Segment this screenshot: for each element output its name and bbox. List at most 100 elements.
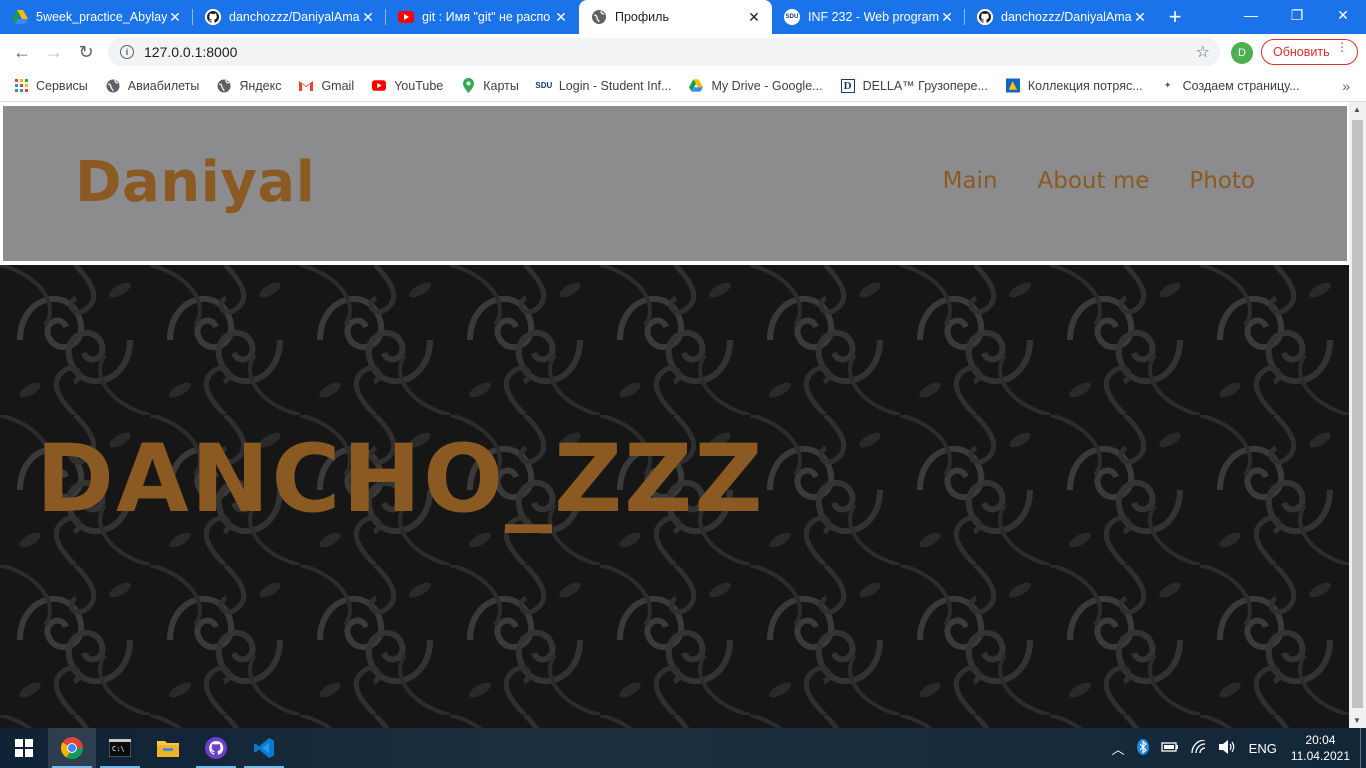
scroll-up-arrow-icon[interactable]: ▲: [1353, 105, 1361, 114]
bookmark-label: Gmail: [321, 78, 355, 93]
volume-icon[interactable]: [1218, 739, 1237, 757]
globe-icon: [217, 79, 231, 93]
svg-text:C:\: C:\: [112, 745, 125, 753]
bookmark-label: Сервисы: [36, 78, 88, 93]
sdu-icon: SDU: [535, 81, 553, 90]
wix-icon: ✦: [1163, 80, 1172, 90]
tab-profile-active[interactable]: Профиль ✕: [579, 0, 772, 34]
site-nav: Main About me Photo: [943, 168, 1255, 194]
vscode-icon[interactable]: [240, 728, 288, 768]
bookmark-label: Карты: [483, 78, 519, 93]
forward-arrow-icon[interactable]: →: [38, 36, 70, 68]
bookmark-services[interactable]: Сервисы: [14, 79, 88, 93]
bookmark-label: YouTube: [394, 78, 444, 93]
tab-title: Профиль: [615, 10, 669, 24]
scrollbar-thumb[interactable]: [1352, 120, 1363, 708]
tab-title: INF 232 - Web program: [808, 10, 939, 24]
url-text: 127.0.0.1:8000: [144, 44, 238, 60]
google-drive-icon: [689, 79, 704, 93]
bluetooth-icon[interactable]: [1136, 738, 1149, 758]
tab-inf232[interactable]: SDU INF 232 - Web program ✕: [772, 0, 965, 34]
bookmark-label: DELLA™ Грузопере...: [862, 78, 988, 93]
bookmark-label: Login - Student Inf...: [558, 78, 672, 93]
globe-icon: [591, 9, 607, 25]
collection-icon: [1005, 78, 1020, 93]
hero-title: DANCHO_ZZZ: [36, 425, 765, 534]
address-bar[interactable]: i 127.0.0.1:8000 ☆: [108, 38, 1220, 66]
minimize-icon[interactable]: —: [1228, 0, 1274, 30]
scroll-down-arrow-icon[interactable]: ▼: [1353, 716, 1361, 725]
bookmark-student-info[interactable]: SDU Login - Student Inf...: [535, 78, 672, 93]
bookmark-maps[interactable]: Карты: [461, 78, 519, 93]
bookmark-label: Авиабилеты: [127, 78, 200, 93]
clock-date: 11.04.2021: [1290, 749, 1350, 763]
back-arrow-icon[interactable]: ←: [6, 36, 38, 68]
nav-link-photo[interactable]: Photo: [1189, 168, 1255, 194]
close-icon[interactable]: ✕: [167, 9, 183, 26]
bookmark-della[interactable]: D DELLA™ Грузопере...: [840, 78, 988, 93]
tab-youtube-git[interactable]: git : Имя "git" не распо ✕: [386, 0, 579, 34]
google-drive-icon: [12, 9, 28, 25]
site-logo[interactable]: Daniyal: [75, 150, 315, 215]
clock[interactable]: 20:04 11.04.2021: [1291, 732, 1350, 764]
github-desktop-icon[interactable]: [192, 728, 240, 768]
tab-github-daniyal-1[interactable]: danchozzz/DaniyalAman ✕: [193, 0, 386, 34]
globe-icon: [106, 79, 120, 93]
chevron-up-hidden-icons[interactable]: ︿: [1112, 739, 1125, 758]
windows-taskbar: C:\ ︿ ENG 20:04 11.04.2021: [0, 728, 1366, 768]
bookmark-label: Коллекция потряс...: [1027, 78, 1143, 93]
maps-pin-icon: [461, 78, 475, 93]
profile-avatar[interactable]: D: [1231, 42, 1253, 64]
wifi-icon[interactable]: [1191, 738, 1207, 757]
bookmarks-bar: Сервисы Авиабилеты Яндекс Gmail YouTube …: [0, 70, 1366, 102]
hero-section: DANCHO_ZZZ: [0, 265, 1349, 728]
battery-icon[interactable]: [1161, 741, 1179, 756]
bookmark-star-icon[interactable]: ☆: [1196, 42, 1210, 62]
browser-tab-strip: 5week_practice_AbylayKu ✕ danchozzz/Dani…: [0, 0, 1366, 34]
della-icon: D: [840, 78, 855, 93]
gmail-icon: [299, 79, 314, 93]
window-close-icon[interactable]: ✕: [1320, 0, 1366, 30]
youtube-icon: [372, 79, 387, 93]
sdu-icon: SDU: [784, 9, 800, 25]
bookmark-youtube[interactable]: YouTube: [372, 79, 443, 93]
show-desktop-button[interactable]: [1360, 728, 1366, 768]
update-button[interactable]: Обновить ⋮: [1261, 39, 1358, 65]
bookmark-aviabilety[interactable]: Авиабилеты: [106, 78, 200, 93]
bookmark-create-page[interactable]: ✦ Создаем страницу...: [1161, 79, 1300, 93]
page-scrollbar[interactable]: ▲ ▼: [1349, 102, 1366, 728]
bookmark-yandex[interactable]: Яндекс: [217, 79, 281, 93]
chrome-icon[interactable]: [48, 728, 96, 768]
bookmark-label: Создаем страницу...: [1182, 78, 1300, 93]
file-explorer-icon[interactable]: [144, 728, 192, 768]
bookmark-my-drive[interactable]: My Drive - Google...: [689, 78, 823, 93]
bookmark-label: My Drive - Google...: [711, 78, 823, 93]
tab-5week-practice[interactable]: 5week_practice_AbylayKu ✕: [0, 0, 193, 34]
close-icon[interactable]: ✕: [553, 9, 569, 26]
close-icon[interactable]: ✕: [746, 9, 762, 26]
browser-toolbar: ← → ↻ i 127.0.0.1:8000 ☆ D Обновить ⋮: [0, 34, 1366, 70]
update-label: Обновить: [1273, 45, 1330, 59]
bookmark-collection[interactable]: Коллекция потряс...: [1005, 78, 1143, 93]
reload-icon[interactable]: ↻: [70, 36, 102, 68]
chevron-right-more-icon[interactable]: »: [1342, 78, 1350, 94]
new-tab-plus-icon[interactable]: +: [1158, 0, 1192, 34]
tab-github-daniyal-2[interactable]: danchozzz/DaniyalAman ✕: [965, 0, 1158, 34]
nav-link-about-me[interactable]: About me: [1038, 168, 1150, 194]
site-info-icon[interactable]: i: [120, 45, 134, 59]
close-icon[interactable]: ✕: [1132, 9, 1148, 26]
windows-start-icon[interactable]: [0, 728, 48, 768]
close-icon[interactable]: ✕: [360, 9, 376, 26]
kebab-menu-icon[interactable]: ⋮: [1336, 41, 1348, 53]
language-indicator[interactable]: ENG: [1249, 741, 1277, 756]
terminal-icon[interactable]: C:\: [96, 728, 144, 768]
web-page-viewport: Daniyal Main About me Photo DANCHO_ZZZ: [0, 102, 1349, 728]
nav-link-main[interactable]: Main: [943, 168, 998, 194]
tab-title: danchozzz/DaniyalAman: [1001, 10, 1132, 24]
close-icon[interactable]: ✕: [939, 9, 955, 26]
tab-title: danchozzz/DaniyalAman: [229, 10, 360, 24]
restore-icon[interactable]: ❐: [1274, 0, 1320, 30]
apps-grid-icon: [14, 79, 28, 93]
system-tray: ︿ ENG 20:04 11.04.2021: [1106, 728, 1366, 768]
bookmark-gmail[interactable]: Gmail: [299, 79, 354, 93]
